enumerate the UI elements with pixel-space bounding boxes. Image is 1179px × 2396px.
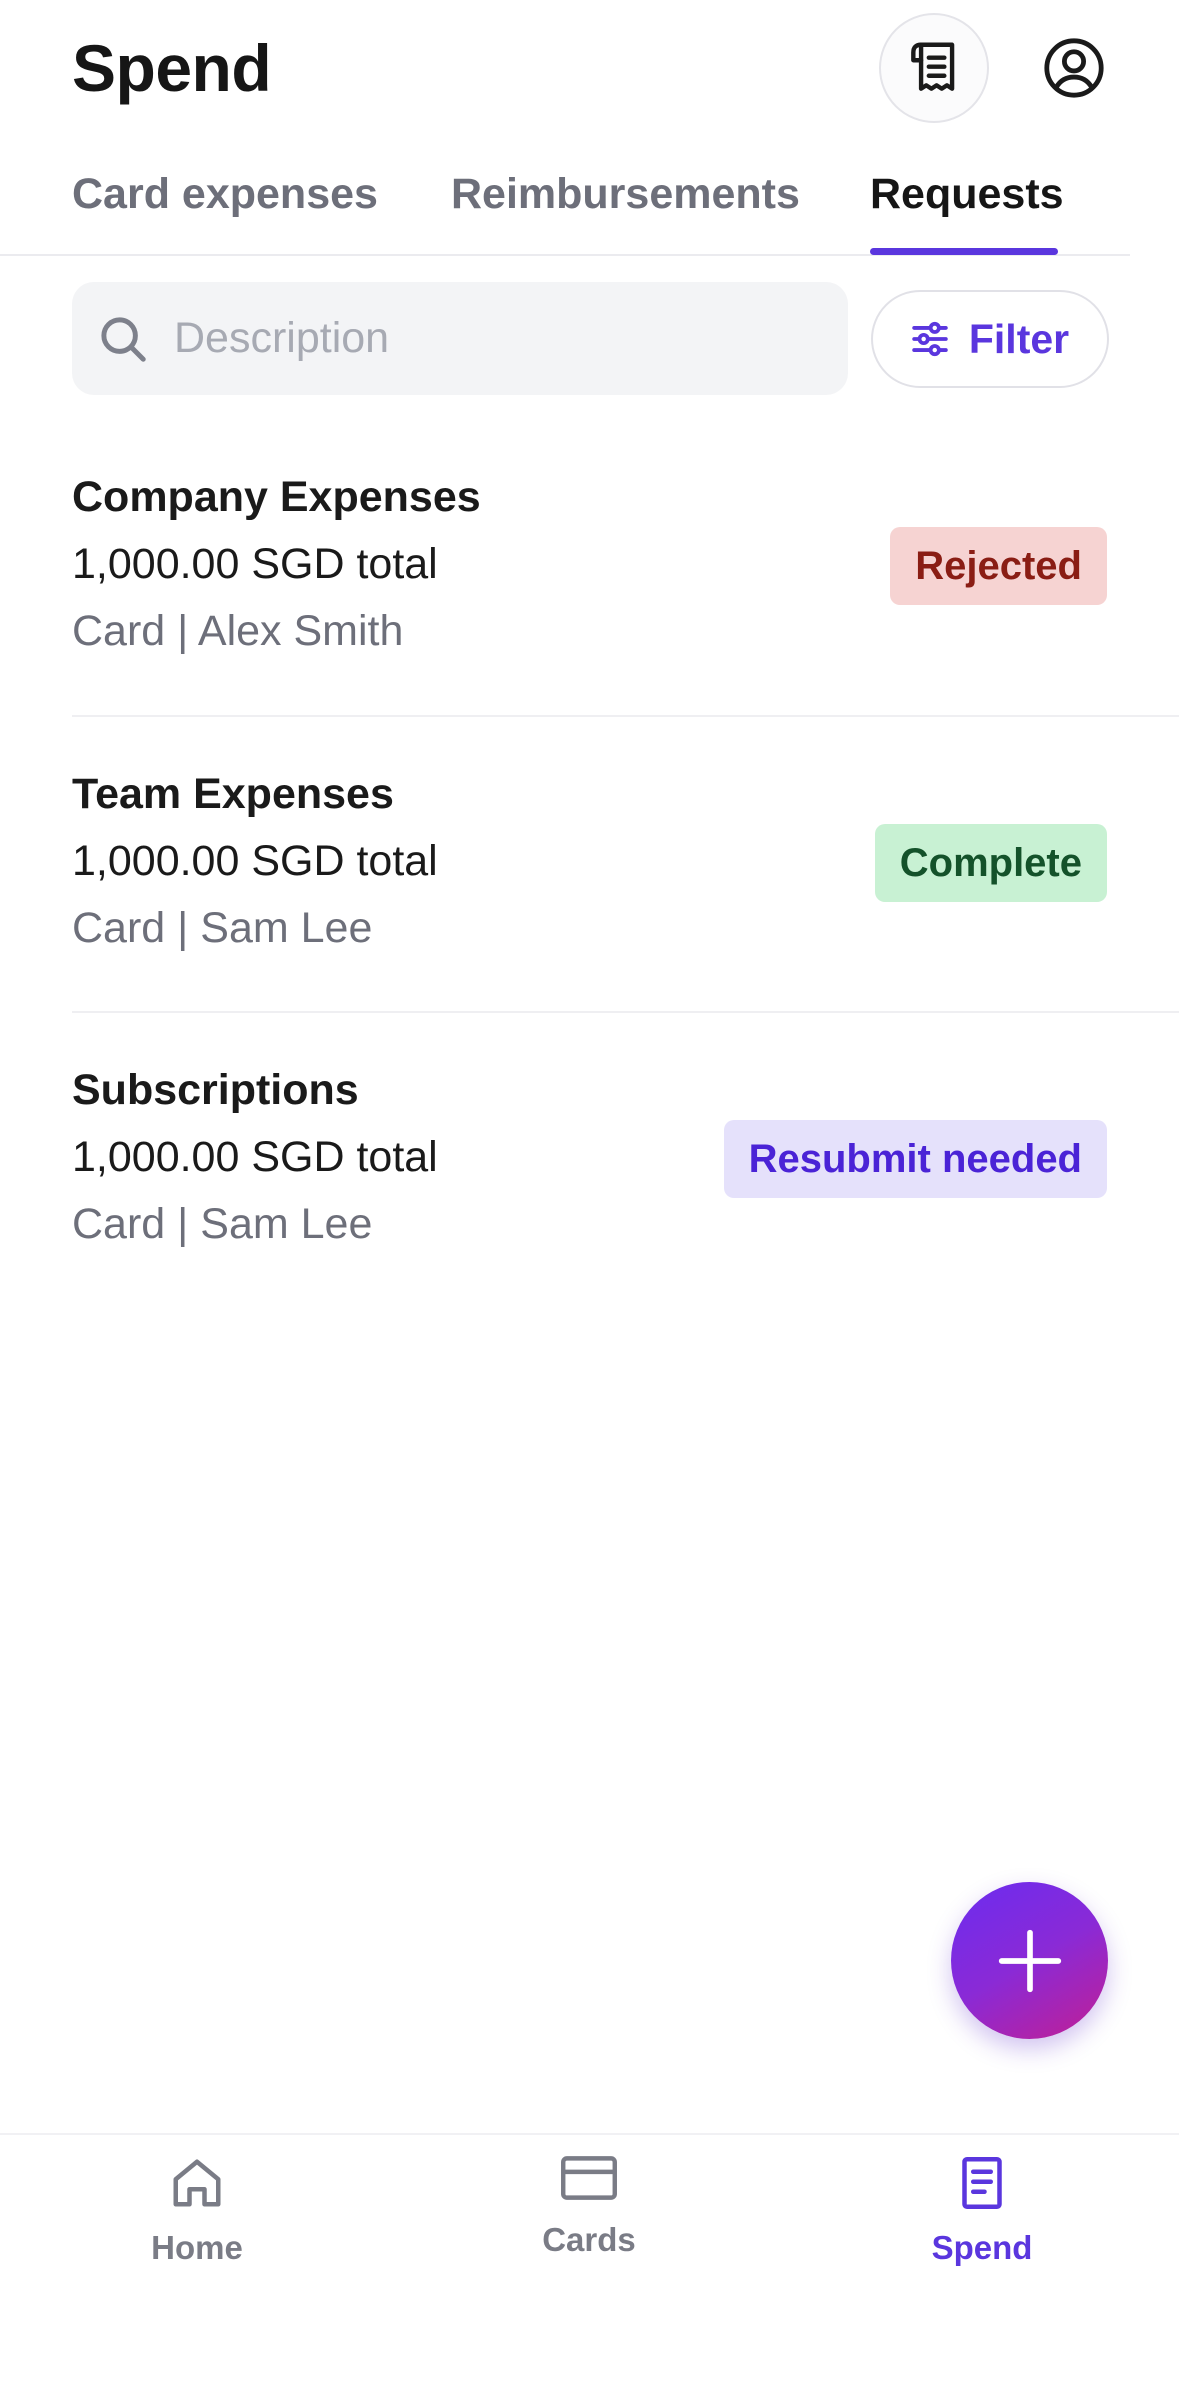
search-input[interactable]	[174, 314, 814, 363]
list-divider	[72, 715, 1179, 717]
tab-requests[interactable]: Requests	[870, 170, 1064, 219]
request-amount: 1,000.00 SGD total	[72, 540, 438, 588]
request-meta: Card | Alex Smith	[72, 607, 404, 655]
status-badge: Rejected	[890, 527, 1107, 605]
header-actions	[879, 13, 1107, 123]
plus-icon	[998, 1929, 1061, 1992]
request-meta: Card | Sam Lee	[72, 904, 373, 952]
request-amount: 1,000.00 SGD total	[72, 1133, 438, 1181]
request-item[interactable]: Team Expenses 1,000.00 SGD total Card | …	[72, 770, 1179, 970]
request-title: Subscriptions	[72, 1066, 359, 1114]
header: Spend	[72, 13, 1107, 123]
document-icon	[962, 2157, 1002, 2209]
request-meta: Card | Sam Lee	[72, 1200, 373, 1248]
user-circle-icon	[1044, 38, 1104, 98]
nav-label-cards: Cards	[542, 2221, 636, 2258]
tab-card-expenses[interactable]: Card expenses	[72, 170, 378, 219]
status-badge: Resubmit needed	[723, 1120, 1107, 1198]
nav-label-home: Home	[151, 2229, 243, 2266]
request-item[interactable]: Subscriptions 1,000.00 SGD total Card | …	[72, 1066, 1179, 1266]
bottom-nav: Home Cards Spend	[0, 2133, 1179, 2396]
spend-screen: Spend Card expenses Reimbursements Reque…	[0, 0, 1179, 2396]
tab-bar: Card expenses Reimbursements Requests	[0, 160, 1130, 256]
search-icon	[101, 316, 146, 362]
active-tab-indicator	[870, 248, 1058, 255]
tab-reimbursements[interactable]: Reimbursements	[451, 170, 800, 219]
request-amount: 1,000.00 SGD total	[72, 837, 438, 885]
sliders-icon	[912, 321, 948, 357]
receipt-icon	[911, 42, 955, 91]
request-item[interactable]: Company Expenses 1,000.00 SGD total Card…	[72, 473, 1179, 673]
status-badge: Complete	[874, 824, 1107, 902]
home-icon	[173, 2159, 221, 2207]
nav-item-spend[interactable]: Spend	[872, 2153, 1092, 2267]
filter-button[interactable]: Filter	[871, 290, 1109, 388]
request-title: Team Expenses	[72, 770, 394, 818]
receipts-button[interactable]	[879, 13, 989, 123]
page-title: Spend	[72, 31, 272, 105]
list-divider	[72, 1011, 1179, 1013]
request-title: Company Expenses	[72, 473, 481, 521]
add-request-button[interactable]	[951, 1882, 1108, 2039]
nav-item-home[interactable]: Home	[87, 2153, 307, 2267]
filter-label: Filter	[968, 315, 1070, 362]
search-bar[interactable]	[72, 282, 848, 395]
nav-label-spend: Spend	[931, 2229, 1033, 2266]
profile-button[interactable]	[1041, 35, 1107, 101]
card-icon	[561, 2156, 617, 2200]
nav-item-cards[interactable]: Cards	[479, 2151, 699, 2259]
